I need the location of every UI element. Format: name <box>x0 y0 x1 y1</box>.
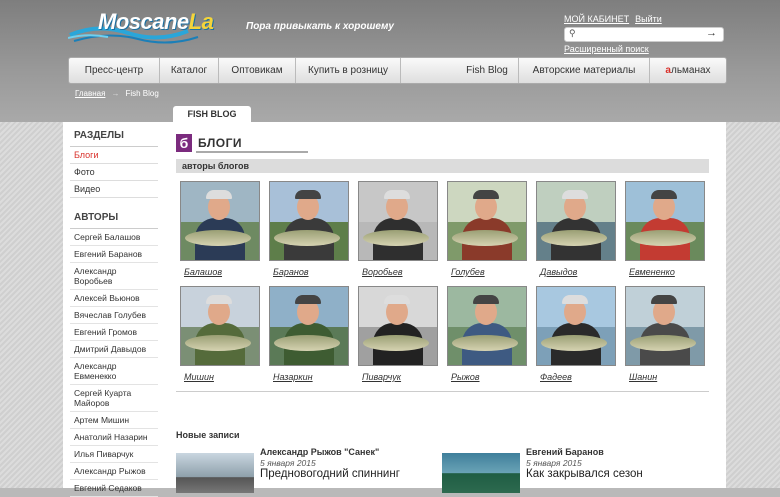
post-author[interactable]: Александр Рыжов "Санек" <box>260 447 379 457</box>
sidebar-author-link[interactable]: Илья Пиварчук <box>70 446 158 463</box>
logo[interactable]: MoscaneLa <box>68 5 228 47</box>
sidebar-author-link[interactable]: Александр Рыжов <box>70 463 158 480</box>
sidebar-item-blogs[interactable]: Блоги <box>70 147 158 164</box>
blogger-name-link[interactable]: Давыдов <box>536 267 616 277</box>
blogger-card[interactable]: Пиварчук <box>358 286 438 382</box>
post-date: 5 января 2015 <box>260 458 316 468</box>
blogger-photo[interactable] <box>358 181 438 261</box>
post-author[interactable]: Евгений Баранов <box>526 447 604 457</box>
post-title[interactable]: Предновогодний спиннинг <box>260 468 400 480</box>
sidebar-item-photo[interactable]: Фото <box>70 164 158 181</box>
sidebar-author-link[interactable]: Сергей Балашов <box>70 229 158 246</box>
title-underline <box>196 151 308 153</box>
blogger-card[interactable]: Фадеев <box>536 286 616 382</box>
logo-text: MoscaneLa <box>98 9 214 34</box>
sidebar-author-link[interactable]: Алексей Вьюнов <box>70 290 158 307</box>
sidebar-author-link[interactable]: Сергей Куарта Майоров <box>70 385 158 412</box>
blogger-card[interactable]: Воробьев <box>358 181 438 277</box>
sidebar-author-link[interactable]: Евгений Баранов <box>70 246 158 263</box>
blogger-photo[interactable] <box>447 286 527 366</box>
blogger-photo[interactable] <box>269 181 349 261</box>
nav-fish-blog[interactable]: Fish Blog <box>456 58 519 83</box>
blogger-name-link[interactable]: Рыжов <box>447 372 527 382</box>
blogger-photo[interactable] <box>180 286 260 366</box>
section-subtitle: авторы блогов <box>176 159 709 173</box>
breadcrumb-home[interactable]: Главная <box>75 89 105 98</box>
page-title: БЛОГИ <box>198 136 243 150</box>
breadcrumb-arrow: → <box>111 89 120 98</box>
blogger-photo[interactable] <box>447 181 527 261</box>
blogger-name-link[interactable]: Пиварчук <box>358 372 438 382</box>
post-title[interactable]: Как закрывался сезон <box>526 468 643 480</box>
blogger-card[interactable]: Назаркин <box>269 286 349 382</box>
search-submit-arrow-icon[interactable]: → <box>706 27 717 39</box>
search-input[interactable]: ⚲ → <box>564 27 724 42</box>
blogger-photo[interactable] <box>536 181 616 261</box>
blogger-name-link[interactable]: Голубев <box>447 267 527 277</box>
logout-link[interactable]: Выйти <box>635 14 662 24</box>
nav-retail[interactable]: Купить в розницу <box>296 58 401 83</box>
sidebar-author-link[interactable]: Александр Воробьев <box>70 263 158 290</box>
post-date: 5 января 2015 <box>526 458 582 468</box>
sidebar-author-link[interactable]: Вячеслав Голубев <box>70 307 158 324</box>
nav-wholesale[interactable]: Оптовикам <box>219 58 296 83</box>
breadcrumb: Главная → Fish Blog <box>75 89 159 98</box>
tab-fish-blog[interactable]: FISH BLOG <box>173 106 251 122</box>
blogger-photo[interactable] <box>536 286 616 366</box>
post-item[interactable]: Евгений Баранов 5 января 2015 Как закрыв… <box>442 447 702 493</box>
sidebar-author-link[interactable]: Дмитрий Давыдов <box>70 341 158 358</box>
blogger-name-link[interactable]: Баранов <box>269 267 349 277</box>
blogger-card[interactable]: Евмененко <box>625 181 705 277</box>
sections-title: РАЗДЕЛЫ <box>70 130 158 147</box>
sidebar: РАЗДЕЛЫ Блоги Фото Видео АВТОРЫ Сергей Б… <box>70 130 158 497</box>
sidebar-author-link[interactable]: Александр Евменекко <box>70 358 158 385</box>
sidebar-author-link[interactable]: Евгений Седаков <box>70 480 158 497</box>
sidebar-author-link[interactable]: Артем Мишин <box>70 412 158 429</box>
blogger-card[interactable]: Балашов <box>180 181 260 277</box>
sidebar-author-link[interactable]: Евгений Громов <box>70 324 158 341</box>
blogger-photo[interactable] <box>625 286 705 366</box>
nav-author-materials[interactable]: Авторские материалы <box>519 58 650 83</box>
slogan: Пора привыкать к хорошему <box>246 21 394 32</box>
post-item[interactable]: Александр Рыжов "Санек" 5 января 2015 Пр… <box>176 447 436 493</box>
breadcrumb-current: Fish Blog <box>125 89 159 98</box>
blogger-photo[interactable] <box>180 181 260 261</box>
blogger-name-link[interactable]: Назаркин <box>269 372 349 382</box>
nav-almanac[interactable]: альманах <box>650 58 726 83</box>
sidebar-item-video[interactable]: Видео <box>70 181 158 198</box>
top-links: МОЙ КАБИНЕТ Выйти <box>564 14 668 24</box>
blogger-card[interactable]: Шанин <box>625 286 705 382</box>
nav-catalog[interactable]: Каталог <box>160 58 219 83</box>
blog-icon: б <box>176 134 192 152</box>
advanced-search-link[interactable]: Расширенный поиск <box>564 44 649 54</box>
blogger-card[interactable]: Мишин <box>180 286 260 382</box>
blogger-name-link[interactable]: Воробьев <box>358 267 438 277</box>
blogger-name-link[interactable]: Евмененко <box>625 267 705 277</box>
my-account-link[interactable]: МОЙ КАБИНЕТ <box>564 14 629 24</box>
blogger-card[interactable]: Голубев <box>447 181 527 277</box>
blogger-name-link[interactable]: Шанин <box>625 372 705 382</box>
authors-title: АВТОРЫ <box>70 212 158 229</box>
author-list: Сергей Балашов Евгений Баранов Александр В… <box>70 229 158 497</box>
sidebar-author-link[interactable]: Анатолий Назарин <box>70 429 158 446</box>
blogger-card[interactable]: Рыжов <box>447 286 527 382</box>
blogger-name-link[interactable]: Балашов <box>180 267 260 277</box>
new-posts-title: Новые записи <box>176 430 240 440</box>
blogger-photo[interactable] <box>625 181 705 261</box>
post-thumbnail[interactable] <box>176 453 254 493</box>
blogger-name-link[interactable]: Фадеев <box>536 372 616 382</box>
blogger-card[interactable]: Баранов <box>269 181 349 277</box>
post-thumbnail[interactable] <box>442 453 520 493</box>
main-nav: Пресс-центр Каталог Оптовикам Купить в р… <box>68 57 727 84</box>
blogger-card[interactable]: Давыдов <box>536 181 616 277</box>
nav-press-center[interactable]: Пресс-центр <box>69 58 160 83</box>
blogger-name-link[interactable]: Мишин <box>180 372 260 382</box>
blogger-photo[interactable] <box>358 286 438 366</box>
search-icon: ⚲ <box>569 28 576 38</box>
divider <box>176 391 709 392</box>
blogger-photo[interactable] <box>269 286 349 366</box>
